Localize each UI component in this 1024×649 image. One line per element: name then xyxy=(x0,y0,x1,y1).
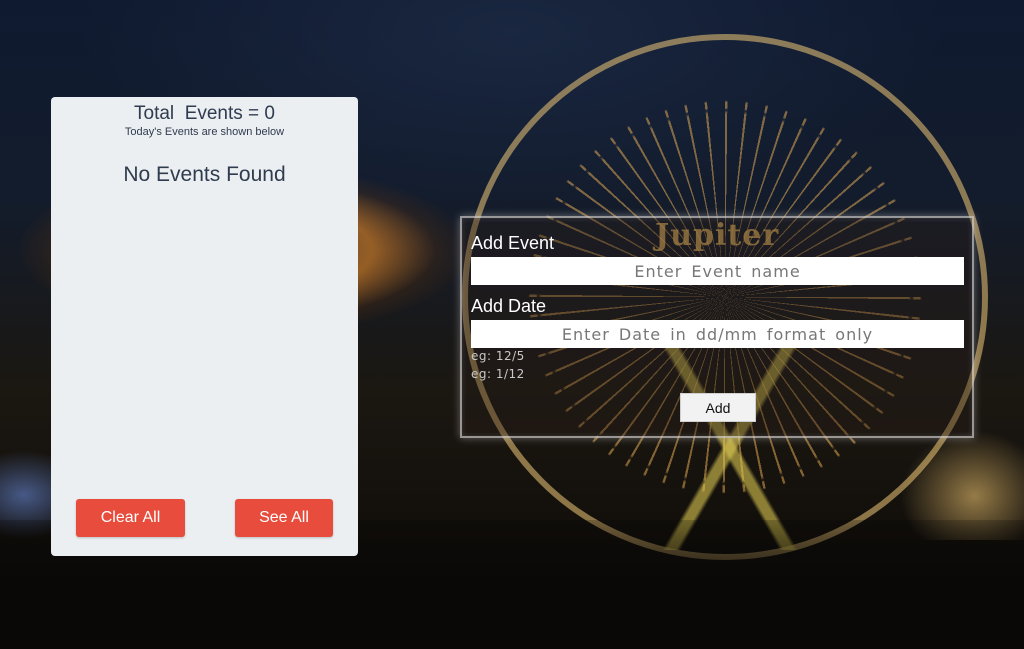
see-all-button[interactable]: See All xyxy=(235,499,333,537)
date-example: eg: 12/5 xyxy=(471,349,525,363)
event-date-input[interactable] xyxy=(471,320,964,348)
add-event-label: Add Event xyxy=(471,233,555,253)
events-subtitle: Today's Events are shown below xyxy=(124,126,285,138)
total-events-heading: Total Events = 0 xyxy=(134,103,275,124)
add-event-form: Add Event Add Date eg: 12/5 eg: 1/12 Add xyxy=(460,216,974,438)
event-name-input[interactable] xyxy=(471,257,964,285)
clear-all-button[interactable]: Clear All xyxy=(76,499,185,537)
empty-events-message: No Events Found xyxy=(123,163,286,186)
add-event-button[interactable]: Add xyxy=(680,393,756,422)
add-date-label: Add Date xyxy=(471,296,547,316)
events-panel: Total Events = 0 Today's Events are show… xyxy=(51,97,358,556)
date-example: eg: 1/12 xyxy=(471,367,525,381)
